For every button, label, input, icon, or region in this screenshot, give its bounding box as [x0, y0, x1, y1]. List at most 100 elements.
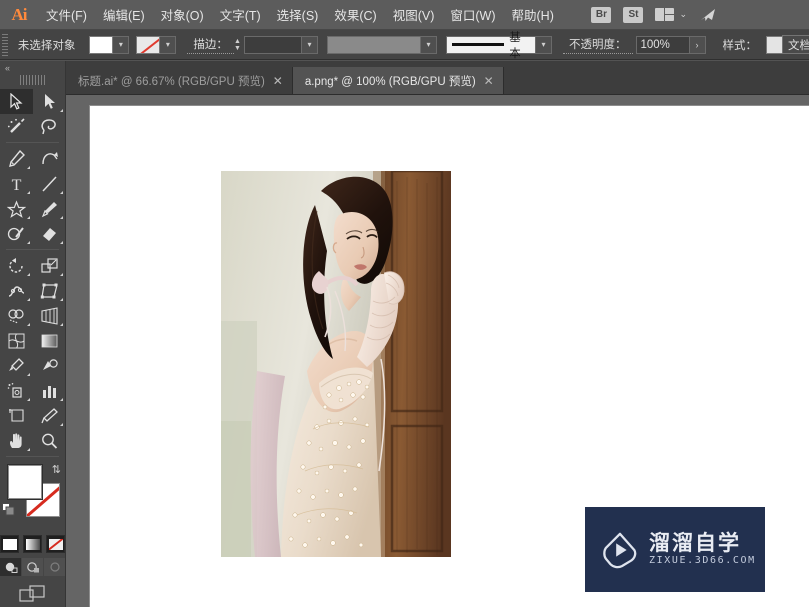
solid-color-icon — [2, 538, 17, 550]
document-tab-2[interactable]: a.png* @ 100% (RGB/GPU 预览) ✕ — [292, 67, 504, 94]
tool-artboard[interactable] — [0, 403, 33, 428]
tool-lasso[interactable] — [33, 114, 66, 139]
opacity-label: 不透明度： — [563, 36, 633, 54]
close-icon[interactable]: ✕ — [484, 75, 494, 87]
perspective-grid-icon — [41, 306, 58, 325]
tool-shaper[interactable] — [0, 221, 33, 246]
draw-inside-button[interactable] — [44, 558, 65, 576]
stroke-weight-stepper[interactable]: ▲ ▼ — [234, 36, 241, 54]
stepper-up-icon: ▲ — [233, 37, 241, 45]
close-icon[interactable]: ✕ — [273, 75, 283, 87]
menu-object[interactable]: 对象(O) — [154, 2, 211, 27]
none-mode-button[interactable] — [46, 535, 65, 553]
toolbar-drag-grip[interactable] — [19, 75, 46, 85]
menu-help[interactable]: 帮助(H) — [505, 2, 561, 27]
share-rocket-icon[interactable] — [699, 7, 719, 23]
watermark-text-group: 溜溜自学 ZIXUE.3D66.COM — [649, 533, 756, 566]
tool-magic-wand[interactable] — [0, 114, 33, 139]
tool-zoom[interactable] — [33, 428, 66, 453]
menu-effect[interactable]: 效果(C) — [327, 2, 383, 27]
menu-view[interactable]: 视图(V) — [386, 2, 442, 27]
tool-type[interactable]: T — [0, 171, 33, 196]
tool-direct-selection[interactable] — [33, 89, 66, 114]
width-profile-field[interactable] — [327, 35, 421, 54]
tool-column-graph[interactable] — [33, 378, 66, 403]
opacity-combo[interactable]: 100% › — [635, 35, 706, 54]
fill-dropdown-arrow-icon[interactable]: ▾ — [113, 35, 130, 54]
brush-dropdown-arrow-icon[interactable]: ▾ — [536, 35, 552, 54]
tool-width[interactable] — [0, 278, 33, 303]
tool-gradient[interactable] — [33, 328, 66, 353]
draw-behind-button[interactable] — [22, 558, 43, 576]
stroke-dropdown-arrow-icon[interactable]: ▾ — [160, 35, 177, 54]
tool-shape-builder[interactable] — [0, 303, 33, 328]
brush-definition-combo[interactable]: 基本 ▾ — [446, 32, 552, 60]
menu-window[interactable]: 窗口(W) — [443, 2, 502, 27]
blend-icon — [43, 358, 58, 370]
stroke-weight-combo[interactable]: ▾ — [244, 35, 318, 54]
tool-selection[interactable] — [0, 89, 33, 114]
tool-line-segment[interactable] — [33, 171, 66, 196]
workspace-switcher[interactable]: ⌄ — [655, 8, 687, 21]
color-mode-button[interactable] — [0, 535, 19, 553]
gradient-fill-icon — [25, 538, 40, 550]
tool-eraser[interactable] — [33, 221, 66, 246]
menu-type[interactable]: 文字(T) — [213, 2, 268, 27]
toolbar-collapse-button[interactable]: « — [0, 61, 65, 75]
tool-free-transform[interactable] — [33, 278, 66, 303]
bridge-button[interactable]: Br — [591, 6, 612, 23]
direct-selection-arrow-icon — [45, 94, 55, 109]
stroke-color-combo[interactable]: ▾ — [136, 35, 177, 54]
tool-slice[interactable] — [33, 403, 66, 428]
tool-pen[interactable] — [0, 146, 33, 171]
menu-bar-right-group: Br St ⌄ — [591, 6, 809, 23]
opacity-flyout-arrow-icon[interactable]: › — [689, 35, 706, 54]
menu-bar: Ai 文件(F) 编辑(E) 对象(O) 文字(T) 选择(S) 效果(C) 视… — [0, 0, 809, 30]
tool-mesh[interactable] — [0, 328, 33, 353]
tool-curvature[interactable] — [33, 146, 66, 171]
tool-shape[interactable] — [0, 196, 33, 221]
menu-edit[interactable]: 编辑(E) — [96, 2, 152, 27]
tool-grid-group-1 — [0, 89, 65, 139]
width-profile-dropdown-arrow-icon[interactable]: ▾ — [421, 35, 437, 54]
tool-symbol-sprayer[interactable] — [0, 378, 33, 403]
tool-perspective-grid[interactable] — [33, 303, 66, 328]
tool-eyedropper[interactable] — [0, 353, 33, 378]
fill-color-swatch[interactable] — [8, 465, 42, 499]
stepper-down-icon: ▼ — [233, 44, 241, 52]
brush-definition-field[interactable]: 基本 — [446, 32, 536, 60]
tool-corner-indicator-icon — [27, 166, 30, 169]
menu-select[interactable]: 选择(S) — [270, 2, 326, 27]
stroke-swatch-none[interactable] — [136, 35, 161, 54]
stroke-weight-input[interactable] — [244, 35, 302, 54]
tool-corner-indicator-icon — [27, 273, 30, 276]
stock-button[interactable]: St — [623, 6, 644, 23]
workspace-grid-icon — [655, 8, 675, 21]
placed-image-a-png[interactable] — [221, 171, 451, 557]
swap-fill-stroke-icon[interactable]: ⇅ — [52, 463, 61, 476]
tool-corner-indicator-icon — [60, 423, 63, 426]
draw-normal-button[interactable] — [0, 558, 21, 576]
tool-rotate[interactable] — [0, 253, 33, 278]
opacity-input[interactable]: 100% — [635, 35, 690, 54]
fill-color-combo[interactable]: ▾ — [89, 35, 130, 54]
type-t-icon: T — [12, 177, 22, 193]
document-setup-button[interactable]: 文档 — [782, 35, 809, 54]
default-fill-stroke-icon[interactable] — [2, 503, 15, 516]
tool-hand[interactable] — [0, 428, 33, 453]
menu-file[interactable]: 文件(F) — [39, 2, 94, 27]
photo-illustration — [221, 171, 451, 557]
tool-paintbrush[interactable] — [33, 196, 66, 221]
tool-blend[interactable] — [33, 353, 66, 378]
variable-width-profile-combo[interactable]: ▾ — [327, 35, 437, 54]
gradient-mode-button[interactable] — [23, 535, 42, 553]
document-tab-bar: 标题.ai* @ 66.67% (RGB/GPU 预览) ✕ a.png* @ … — [66, 61, 809, 95]
tool-scale[interactable] — [33, 253, 66, 278]
gradient-icon — [41, 334, 58, 347]
fill-swatch[interactable] — [89, 35, 114, 54]
stroke-weight-dropdown-arrow-icon[interactable]: ▾ — [302, 35, 318, 54]
control-bar-grip[interactable] — [2, 33, 8, 56]
document-tab-1[interactable]: 标题.ai* @ 66.67% (RGB/GPU 预览) ✕ — [66, 67, 293, 94]
chevron-down-icon: ⌄ — [679, 9, 687, 19]
screen-mode-icon[interactable] — [18, 584, 47, 604]
